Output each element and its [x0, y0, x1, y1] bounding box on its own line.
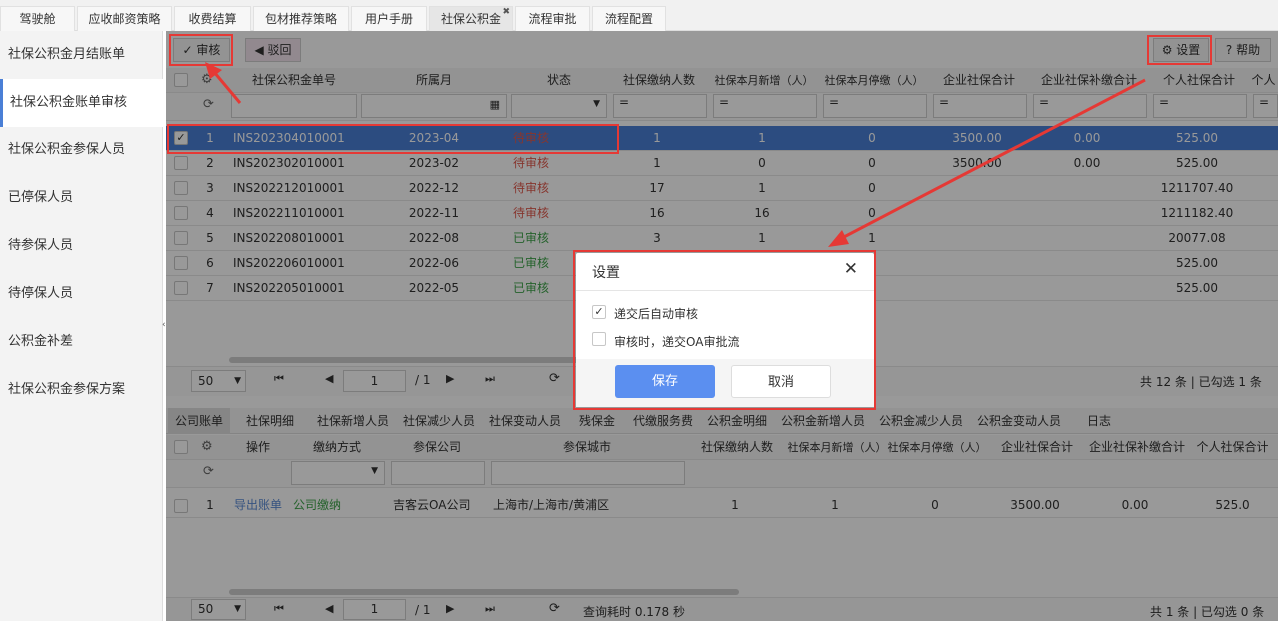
arrow-to-audit: [212, 71, 242, 104]
arrow-to-dialog: [841, 78, 1146, 240]
annotation-arrows: [205, 62, 1146, 247]
arrowhead-dialog: [828, 230, 849, 247]
